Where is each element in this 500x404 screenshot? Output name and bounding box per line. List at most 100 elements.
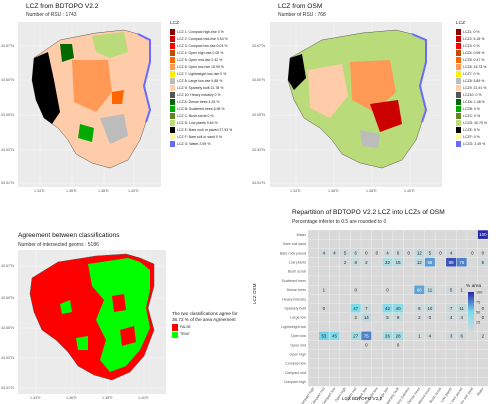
heatmap-cell: [308, 313, 319, 322]
lon-label: 1.38°E: [102, 396, 113, 400]
panel-bdtopo-map: LCZ from BDTOPO V2.2 Number of RSU : 174…: [0, 0, 250, 200]
heatmap-cell: [350, 340, 361, 350]
legend-swatch: [456, 57, 461, 63]
lat-label: 43.60°N: [1, 78, 15, 82]
heatmap-cell: [329, 340, 340, 350]
open-midrise-zone: [112, 90, 124, 104]
legend-label: LCZA: 1.48 %: [463, 99, 485, 104]
legend-label: LCZ 10: Heavy industry 0 %: [177, 92, 221, 97]
heatmap-cell: [329, 230, 340, 239]
heatmap-cell: [446, 276, 457, 285]
heatmap-cell: [371, 294, 382, 304]
legend-swatch: [456, 99, 461, 105]
heatmap-cell: [308, 359, 319, 368]
heatmap-cell-label: 100: [479, 232, 487, 237]
heatmap-cell: [403, 285, 414, 295]
legend-swatch: [170, 106, 175, 112]
heatmap-cell: [403, 257, 414, 267]
heatmap-cell: [414, 359, 425, 368]
heatmap-cell: [403, 377, 414, 387]
heatmap-cell-label: 53: [321, 333, 326, 338]
legend-label: LCZE: 5 %: [463, 127, 480, 132]
heatmap-cell-label: 89: [449, 260, 454, 265]
heatmap-cell-label: 10: [427, 306, 432, 311]
heatmap-cell-label: 47: [353, 306, 358, 311]
legend-swatch: [170, 92, 175, 98]
heatmap-cell: [456, 368, 467, 377]
legend-label: LCZ1: 0 %: [463, 29, 480, 34]
heatmap-cell: [382, 276, 393, 285]
heatmap-cell: [403, 303, 414, 313]
heatmap-cell: [329, 377, 340, 387]
heatmap-cell: [308, 303, 319, 313]
lat-label: 43.51°N: [252, 181, 266, 185]
heatmap-cell: [435, 230, 446, 239]
legend-swatch: [456, 134, 461, 140]
heatmap-cell: [308, 267, 319, 276]
heatmap-cell: [329, 359, 340, 368]
heatmap-cell: [435, 359, 446, 368]
heatmap-cell: [382, 349, 393, 359]
lon-label: 1.34°E: [290, 189, 301, 193]
legend-swatch: [170, 134, 175, 140]
heatmap-cell: [414, 294, 425, 304]
lat-label: 43.60°N: [1, 296, 15, 300]
heatmap-cell: [318, 359, 329, 368]
legend-title: LCZ: [170, 21, 180, 26]
heatmap-cell: [350, 230, 361, 239]
heatmap-cell: [414, 340, 425, 350]
heatmap-cell: [414, 349, 425, 359]
heatmap-cell: [477, 349, 488, 359]
heatmap-cell: [467, 349, 478, 359]
heatmap-cell: [340, 349, 351, 359]
lat-label: 43.53°N: [1, 148, 15, 152]
heatmap-cell: [435, 294, 446, 304]
legend-swatch: [456, 29, 461, 35]
legend-swatch: [456, 106, 461, 112]
heatmap-cell-label: 15: [396, 260, 401, 265]
lat-label: 43.55°N: [1, 113, 15, 117]
colorbar-title: % area: [466, 284, 482, 289]
x-axis-label: LCZ BDTOPO V2.2: [342, 396, 382, 401]
heatmap-cell: [467, 257, 478, 267]
heatmap-cell: [382, 340, 393, 350]
y-tick-label: Scattered trees: [282, 279, 307, 283]
legend-swatch: [456, 85, 461, 91]
heatmap-cell: [393, 322, 404, 331]
heatmap-cell: [456, 230, 467, 239]
legend-label: LCZ 9: Sparsely built 21.78 %: [177, 85, 224, 90]
panel3-map: [18, 250, 166, 394]
legend-swatch: [170, 64, 175, 70]
heatmap-cell: [424, 276, 435, 285]
heatmap-cell-label: 45: [332, 333, 337, 338]
heatmap-cell: [371, 239, 382, 249]
heatmap-cell: [371, 313, 382, 322]
heatmap-cell: [477, 368, 488, 377]
legend-label: TRUE: [180, 332, 190, 337]
legend-swatch: [456, 120, 461, 126]
heatmap-cell: [393, 359, 404, 368]
lon-label: 1.36°E: [328, 189, 339, 193]
colorbar-tick-label: 25: [476, 320, 480, 324]
heatmap-cell: [318, 267, 329, 276]
heatmap-cell: [350, 239, 361, 249]
legend-swatch: [456, 64, 461, 70]
heatmap-cell: [361, 368, 372, 377]
heatmap-cell: [308, 349, 319, 359]
legend-label: LCZD: 40.75 %: [463, 120, 487, 125]
heatmap-cell: [371, 349, 382, 359]
heatmap-cell: [340, 340, 351, 350]
heatmap-cell: [403, 331, 414, 341]
legend-swatch: [170, 50, 175, 56]
heatmap-cell-label: 68: [427, 260, 432, 265]
y-tick-label: Heavy industry: [282, 297, 306, 301]
lon-label: 1.40°E: [128, 189, 139, 193]
heatmap-cell: [318, 313, 329, 322]
heatmap-cell: [371, 276, 382, 285]
heatmap-cell-label: 42: [385, 306, 390, 311]
legend-label: LCZ 4: Open high-rise 0.05 %: [177, 50, 224, 55]
heatmap-cell: [403, 230, 414, 239]
heatmap-cell: [435, 239, 446, 249]
heatmap-cell: [318, 230, 329, 239]
heatmap-cell: [329, 303, 340, 313]
